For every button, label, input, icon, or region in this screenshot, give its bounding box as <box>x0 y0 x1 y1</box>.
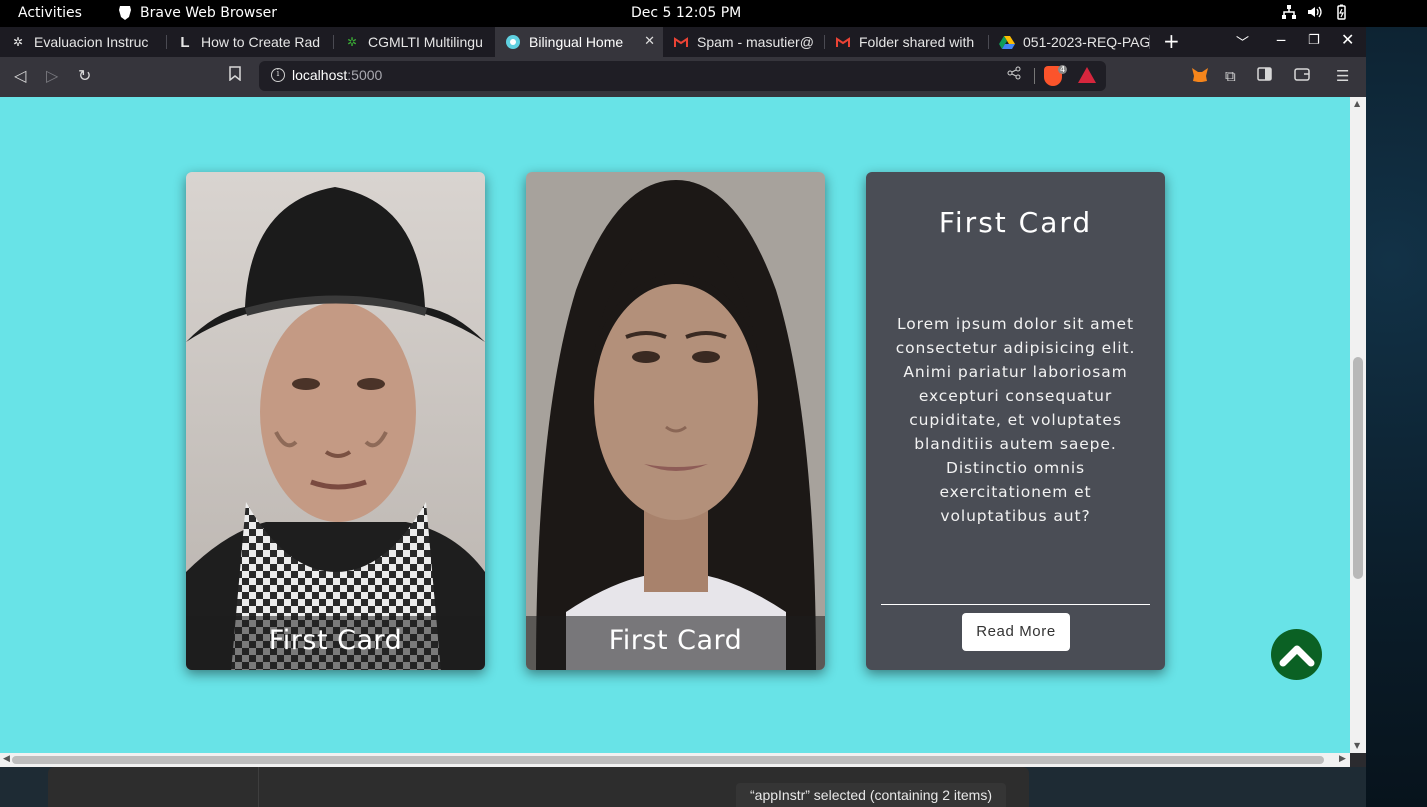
url-port: :5000 <box>347 67 383 83</box>
gmail-icon <box>673 34 689 50</box>
card-caption: First Card <box>186 616 485 670</box>
brave-lion-icon <box>119 6 131 20</box>
tab-title: How to Create Rad <box>201 34 321 50</box>
pane-divider <box>258 767 259 807</box>
scroll-to-top-button[interactable] <box>1271 629 1322 680</box>
horizontal-scroll-thumb[interactable] <box>12 756 1324 764</box>
letter-l-icon: L <box>180 33 190 51</box>
close-window-icon[interactable]: ✕ <box>1341 30 1354 49</box>
wallet-icon[interactable] <box>1294 67 1310 85</box>
forward-icon[interactable]: ▷ <box>46 66 58 85</box>
card-title: First Card <box>938 206 1093 239</box>
brave-rewards-icon[interactable] <box>1078 67 1096 83</box>
volume-icon <box>1308 6 1322 18</box>
tab-how-to-create[interactable]: L How to Create Rad <box>167 27 334 57</box>
scroll-up-arrow-icon[interactable]: ▲ <box>1354 99 1360 108</box>
vertical-scroll-thumb[interactable] <box>1353 357 1363 579</box>
tab-051-2023[interactable]: 051-2023-REQ-PAG <box>989 27 1150 57</box>
clock[interactable]: Dec 5 12:05 PM <box>631 5 741 21</box>
system-top-bar: Activities Brave Web Browser Dec 5 12:05… <box>0 0 1427 27</box>
tab-cgmlti[interactable]: ✲ CGMLTI Multilingu <box>334 27 495 57</box>
battery-icon <box>1337 4 1346 20</box>
url-host: localhost <box>292 67 348 83</box>
gmail-icon <box>835 34 851 50</box>
reload-icon[interactable]: ↻ <box>78 66 91 85</box>
address-bar[interactable]: i localhost:5000 4 <box>259 61 1106 91</box>
card-caption: First Card <box>526 616 825 670</box>
selection-status: “appInstr” selected (containing 2 items) <box>736 783 1006 807</box>
system-tray[interactable] <box>1281 4 1349 20</box>
card-body: Lorem ipsum dolor sit amet consectetur a… <box>895 315 1136 525</box>
sena-icon: ✲ <box>12 35 24 49</box>
metamask-fox-icon[interactable] <box>1191 67 1209 87</box>
scroll-left-arrow-icon[interactable]: ◀ <box>3 754 10 764</box>
vertical-scrollbar[interactable]: ▲ ▼ <box>1350 97 1366 753</box>
read-more-button[interactable]: Read More <box>962 613 1070 651</box>
horizontal-scrollbar[interactable]: ◀ ▶ <box>0 753 1350 767</box>
desktop-wallpaper <box>1366 27 1427 807</box>
tab-title: 051-2023-REQ-PAG <box>1023 34 1150 50</box>
tab-separator <box>1149 35 1150 49</box>
bookmark-icon[interactable] <box>229 66 241 85</box>
menu-hamburger-icon[interactable]: ☰ <box>1336 67 1349 85</box>
site-info-icon[interactable]: i <box>271 68 285 82</box>
sena-icon: ✲ <box>346 35 358 49</box>
card-divider <box>881 604 1150 605</box>
tab-strip: ✲ Evaluacion Instruc L How to Create Rad… <box>0 27 1366 57</box>
tab-evaluacion[interactable]: ✲ Evaluacion Instruc <box>0 27 167 57</box>
profile-card-2[interactable]: First Card <box>526 172 825 670</box>
tab-title: Bilingual Home <box>529 34 624 50</box>
google-drive-icon <box>999 34 1015 50</box>
profile-photo-woman <box>526 172 825 670</box>
sidebar-icon[interactable] <box>1257 67 1272 85</box>
url-divider <box>1034 68 1035 84</box>
tab-title: Folder shared with <box>859 34 975 50</box>
url-text[interactable]: localhost:5000 <box>292 67 382 83</box>
tab-spam[interactable]: Spam - masutier@ <box>663 27 825 57</box>
share-icon[interactable] <box>1007 66 1021 84</box>
tab-title: CGMLTI Multilingu <box>368 34 483 50</box>
scroll-down-arrow-icon[interactable]: ▼ <box>1354 741 1360 750</box>
page-viewport: First Card First Card First Card Lorem i… <box>0 97 1350 753</box>
extensions-icon[interactable]: ⧉ <box>1225 67 1236 85</box>
new-tab-button[interactable]: + <box>1163 29 1180 53</box>
chevron-up-icon <box>1279 645 1314 666</box>
profile-card-1[interactable]: First Card <box>186 172 485 670</box>
info-card: First Card Lorem ipsum dolor sit amet co… <box>866 172 1165 670</box>
scroll-right-arrow-icon[interactable]: ▶ <box>1339 754 1346 764</box>
tab-folder-shared[interactable]: Folder shared with <box>825 27 989 57</box>
tab-bilingual-home[interactable]: Bilingual Home ✕ <box>495 27 663 57</box>
shields-count-badge: 4 <box>1058 65 1068 74</box>
back-icon[interactable]: ◁ <box>14 66 26 85</box>
restore-icon[interactable]: ❐ <box>1308 33 1320 48</box>
profile-photo-man <box>186 172 485 670</box>
tab-title: Evaluacion Instruc <box>34 34 149 50</box>
network-icon <box>1282 5 1296 19</box>
browser-window: ✲ Evaluacion Instruc L How to Create Rad… <box>0 27 1366 767</box>
activities-button[interactable]: Activities <box>18 5 82 21</box>
minimize-icon[interactable]: ‒ <box>1276 30 1286 49</box>
file-manager-window: “appInstr” selected (containing 2 items) <box>48 767 1029 807</box>
app-name: Brave Web Browser <box>140 5 277 21</box>
app-menu[interactable]: Brave Web Browser <box>118 5 277 21</box>
browser-toolbar: ◁ ▷ ↻ i localhost:5000 4 ⧉ ☰ <box>0 57 1366 97</box>
page-icon <box>505 34 521 50</box>
close-tab-icon[interactable]: ✕ <box>644 33 655 49</box>
tab-title: Spam - masutier@ <box>697 34 814 50</box>
tab-search-chevron-down-icon[interactable]: ﹀ <box>1236 32 1249 51</box>
